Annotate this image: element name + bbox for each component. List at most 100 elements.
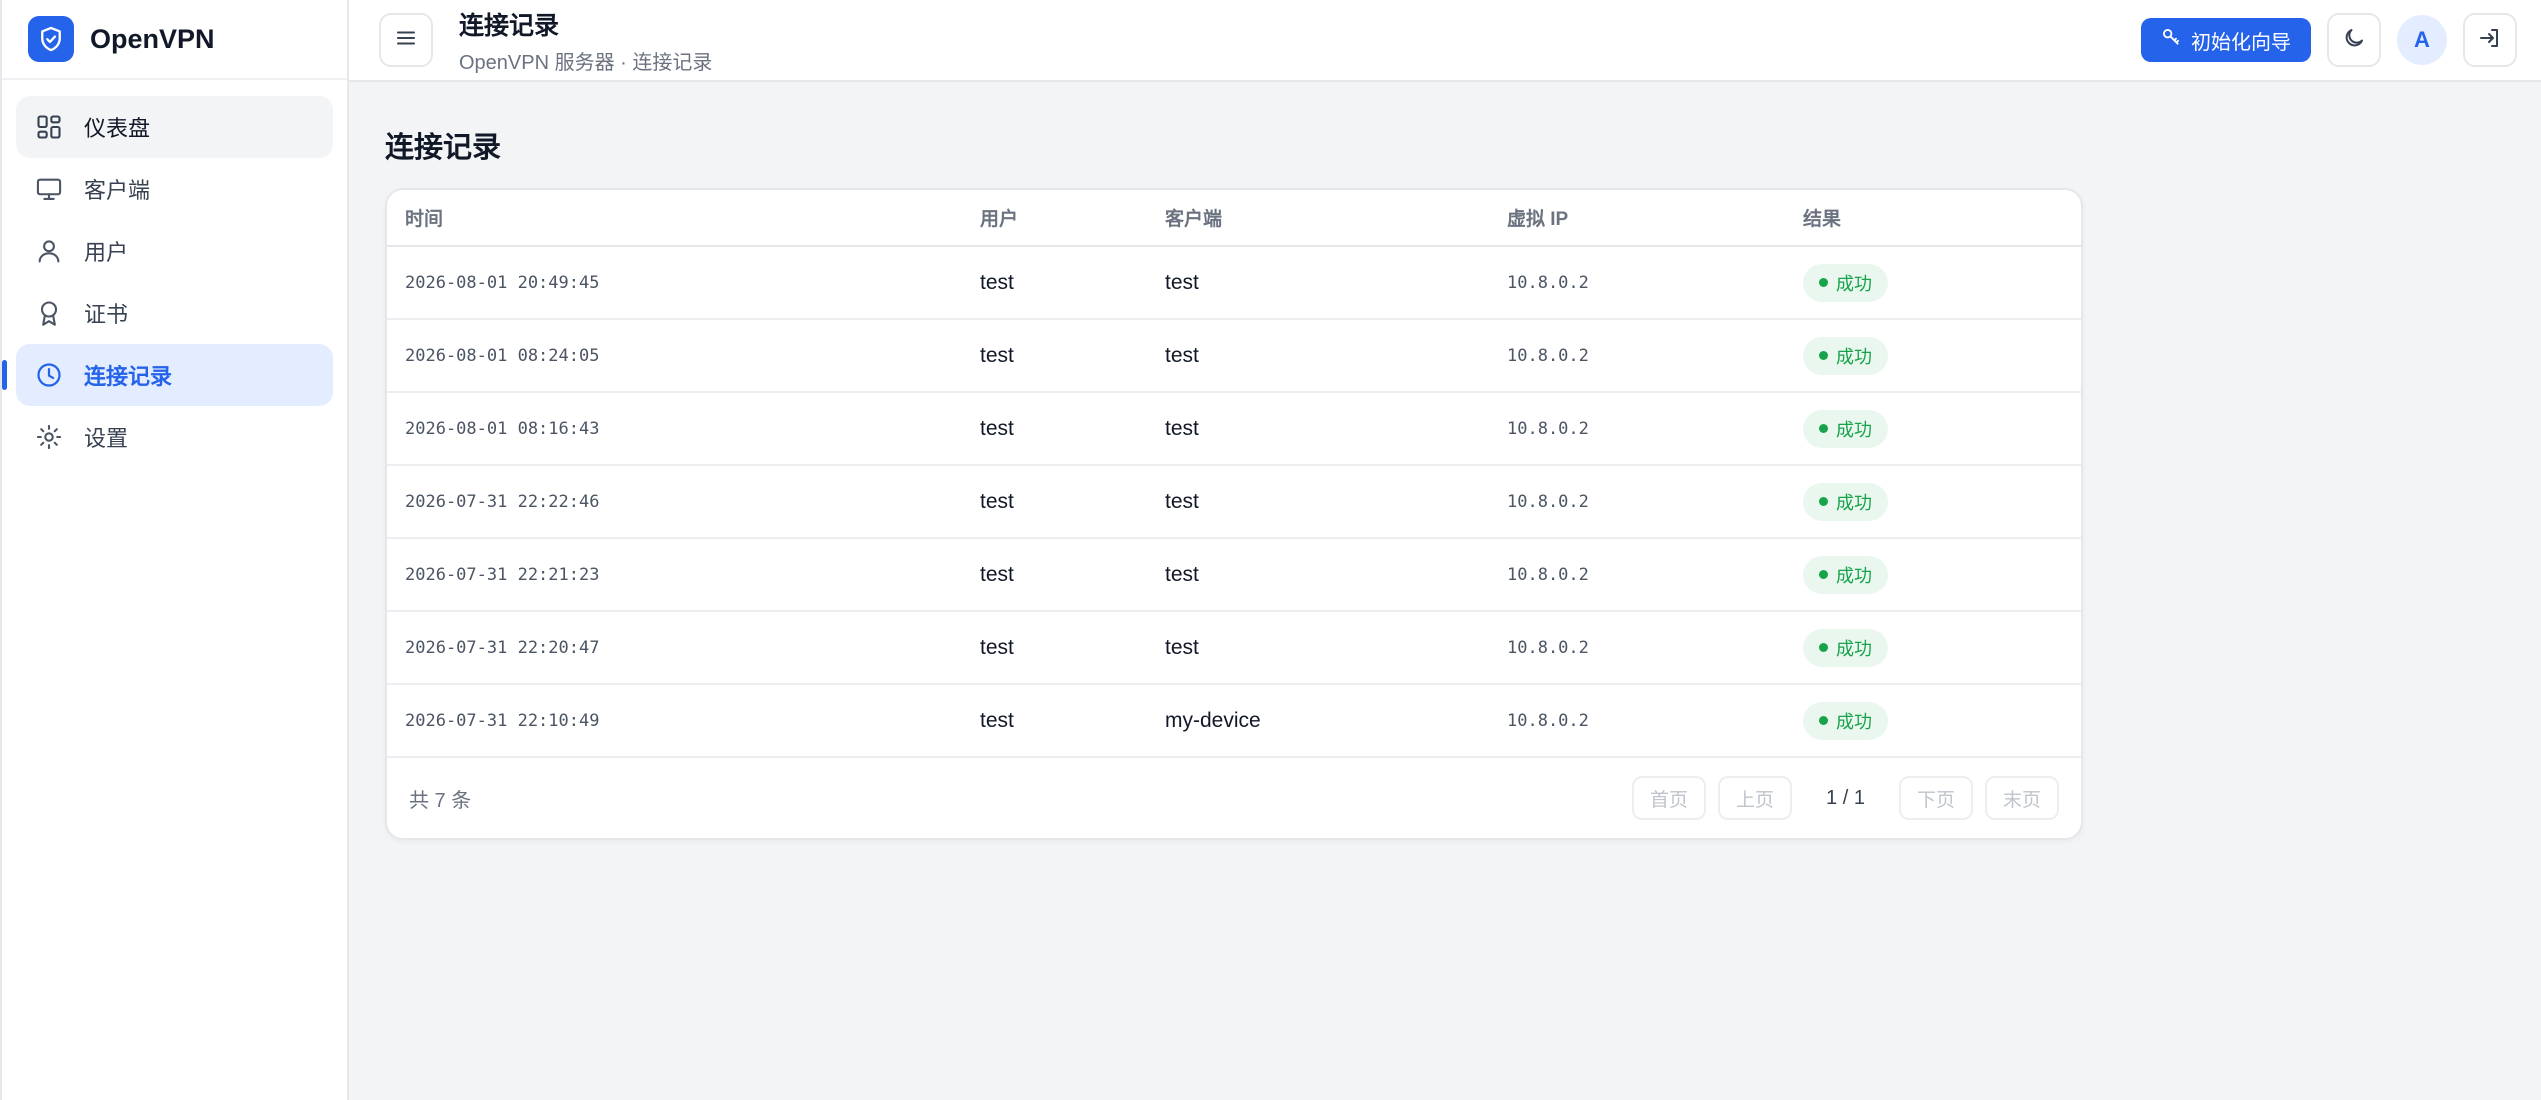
first-page-button[interactable]: 首页 — [1632, 776, 1707, 820]
logout-button[interactable] — [2463, 13, 2517, 67]
table-row: 2026-07-31 22:10:49 test my-device 10.8.… — [387, 684, 2081, 758]
brand-name: OpenVPN — [90, 23, 215, 54]
status-badge: 成功 — [1803, 555, 1888, 594]
next-page-button[interactable]: 下页 — [1898, 776, 1973, 820]
column-header-virtual-ip: 虚拟 IP — [1489, 190, 1785, 247]
status-badge: 成功 — [1803, 701, 1888, 740]
sidebar-item-certificates[interactable]: 证书 — [16, 282, 333, 344]
total-count: 共 7 条 — [409, 789, 472, 812]
sidebar: OpenVPN 仪表盘 客户端 用户 证书 连接记录 设置 — [0, 0, 349, 1100]
pagination: 首页 上页 1 / 1 下页 末页 — [1632, 776, 2059, 820]
cell-time: 2026-07-31 22:10:49 — [387, 684, 962, 758]
menu-toggle-button[interactable] — [379, 13, 433, 67]
hamburger-icon — [394, 26, 418, 55]
column-header-client: 客户端 — [1147, 190, 1489, 247]
cell-time: 2026-08-01 20:49:45 — [387, 246, 962, 320]
table-row: 2026-07-31 22:21:23 test test 10.8.0.2 成… — [387, 538, 2081, 612]
status-dot — [1819, 278, 1828, 287]
status-dot — [1819, 497, 1828, 506]
table-header-row: 时间 用户 客户端 虚拟 IP 结果 — [387, 190, 2081, 247]
cell-time: 2026-08-01 08:16:43 — [387, 392, 962, 466]
cell-virtual-ip: 10.8.0.2 — [1489, 319, 1785, 393]
brand[interactable]: OpenVPN — [2, 0, 347, 80]
status-label: 成功 — [1836, 565, 1872, 586]
cell-virtual-ip: 10.8.0.2 — [1489, 465, 1785, 539]
sidebar-item-connection-logs[interactable]: 连接记录 — [2, 344, 333, 406]
avatar[interactable]: A — [2397, 15, 2447, 65]
table-row: 2026-08-01 08:16:43 test test 10.8.0.2 成… — [387, 392, 2081, 466]
sidebar-item-label: 仪表盘 — [84, 116, 151, 141]
sidebar-nav: 仪表盘 客户端 用户 证书 连接记录 设置 — [2, 80, 347, 484]
status-badge: 成功 — [1803, 628, 1888, 667]
status-dot — [1819, 570, 1828, 579]
sidebar-item-dashboard[interactable]: 仪表盘 — [16, 96, 333, 158]
cell-client: test — [1147, 538, 1489, 612]
cell-time: 2026-07-31 22:20:47 — [387, 611, 962, 685]
sidebar-item-label: 用户 — [84, 240, 129, 265]
cell-result: 成功 — [1785, 465, 2081, 539]
cell-client: test — [1147, 319, 1489, 393]
cell-user: test — [962, 611, 1147, 685]
cell-client: test — [1147, 465, 1489, 539]
table-row: 2026-08-01 20:49:45 test test 10.8.0.2 成… — [387, 246, 2081, 320]
table-row: 2026-07-31 22:22:46 test test 10.8.0.2 成… — [387, 465, 2081, 539]
column-header-result: 结果 — [1785, 190, 2081, 247]
cell-result: 成功 — [1785, 392, 2081, 466]
cell-virtual-ip: 10.8.0.2 — [1489, 392, 1785, 466]
column-header-time: 时间 — [387, 190, 962, 247]
status-badge: 成功 — [1803, 482, 1888, 521]
app-root: OpenVPN 仪表盘 客户端 用户 证书 连接记录 设置 连接记录 OpenV… — [0, 0, 2541, 1100]
status-badge: 成功 — [1803, 409, 1888, 448]
table-row: 2026-08-01 08:24:05 test test 10.8.0.2 成… — [387, 319, 2081, 393]
cell-client: test — [1147, 246, 1489, 320]
cell-result: 成功 — [1785, 319, 2081, 393]
gear-icon — [34, 422, 64, 452]
cell-time: 2026-08-01 08:24:05 — [387, 319, 962, 393]
status-label: 成功 — [1836, 711, 1872, 732]
cell-client: test — [1147, 611, 1489, 685]
sidebar-item-clients[interactable]: 客户端 — [16, 158, 333, 220]
cell-client: my-device — [1147, 684, 1489, 758]
sidebar-item-label: 设置 — [84, 426, 129, 451]
status-label: 成功 — [1836, 346, 1872, 367]
page-title: 连接记录 — [459, 11, 560, 40]
table-row: 2026-07-31 22:20:47 test test 10.8.0.2 成… — [387, 611, 2081, 685]
column-header-user: 用户 — [962, 190, 1147, 247]
sidebar-item-settings[interactable]: 设置 — [16, 406, 333, 468]
connection-log-card: 时间 用户 客户端 虚拟 IP 结果 2026-08-01 20:49:45 t… — [385, 188, 2083, 840]
setup-wizard-button[interactable]: 初始化向导 — [2141, 18, 2311, 62]
cell-time: 2026-07-31 22:21:23 — [387, 538, 962, 612]
header-titles: 连接记录 OpenVPN 服务器 · 连接记录 — [459, 6, 712, 75]
sidebar-item-label: 客户端 — [84, 178, 151, 203]
table-footer: 共 7 条 首页 上页 1 / 1 下页 末页 — [387, 758, 2081, 838]
cell-user: test — [962, 538, 1147, 612]
connection-log-table: 时间 用户 客户端 虚拟 IP 结果 2026-08-01 20:49:45 t… — [387, 190, 2081, 758]
cell-result: 成功 — [1785, 538, 2081, 612]
shield-logo-icon — [28, 16, 74, 62]
cell-result: 成功 — [1785, 611, 2081, 685]
page-indicator: 1 / 1 — [1826, 786, 1865, 809]
sidebar-item-label: 证书 — [84, 302, 129, 327]
prev-page-button[interactable]: 上页 — [1718, 776, 1793, 820]
status-dot — [1819, 716, 1828, 725]
cell-virtual-ip: 10.8.0.2 — [1489, 684, 1785, 758]
theme-toggle-button[interactable] — [2327, 13, 2381, 67]
cell-result: 成功 — [1785, 684, 2081, 758]
status-badge: 成功 — [1803, 263, 1888, 302]
clock-icon — [34, 360, 64, 390]
cell-virtual-ip: 10.8.0.2 — [1489, 246, 1785, 320]
status-label: 成功 — [1836, 419, 1872, 440]
dashboard-icon — [34, 112, 64, 142]
logout-icon — [2478, 26, 2502, 55]
last-page-button[interactable]: 末页 — [1984, 776, 2059, 820]
sidebar-item-users[interactable]: 用户 — [16, 220, 333, 282]
cell-result: 成功 — [1785, 246, 2081, 320]
status-dot — [1819, 424, 1828, 433]
moon-icon — [2342, 26, 2366, 55]
topbar: 连接记录 OpenVPN 服务器 · 连接记录 初始化向导 A — [349, 0, 2541, 82]
cell-client: test — [1147, 392, 1489, 466]
cell-time: 2026-07-31 22:22:46 — [387, 465, 962, 539]
cell-user: test — [962, 684, 1147, 758]
status-label: 成功 — [1836, 273, 1872, 294]
status-dot — [1819, 643, 1828, 652]
